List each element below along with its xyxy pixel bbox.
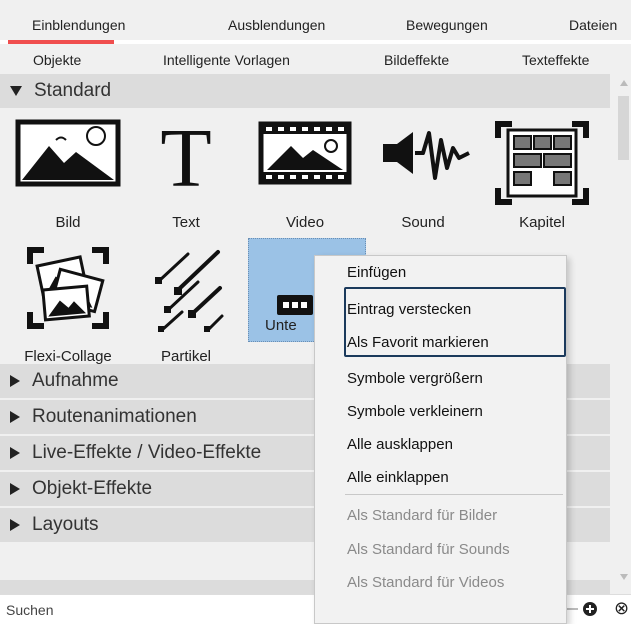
search-input[interactable]: Suchen: [6, 602, 53, 618]
section-label: Standard: [34, 80, 112, 101]
chevron-right-icon: [10, 447, 20, 459]
menu-item-alle-ausklappen[interactable]: Alle ausklappen: [347, 436, 453, 453]
section-label: Layouts: [32, 514, 99, 535]
text-icon: T: [160, 118, 211, 194]
zoom-in-icon[interactable]: [583, 602, 597, 616]
image-icon: [15, 119, 121, 187]
item-label: Partikel: [160, 348, 212, 365]
item-text[interactable]: T Text: [127, 118, 245, 246]
sound-icon: [383, 131, 470, 180]
item-label: Bild: [55, 214, 81, 231]
menu-item-symbole-vergroessern[interactable]: Symbole vergrößern: [347, 370, 483, 387]
chevron-right-icon: [10, 375, 20, 387]
chapter-icon: [495, 121, 589, 205]
item-partikel[interactable]: Partikel: [127, 240, 245, 368]
item-video[interactable]: Video: [246, 118, 364, 246]
sub-tab-bar: Objekte Intelligente Vorlagen Bildeffekt…: [0, 44, 631, 74]
section-label: Objekt-Effekte: [32, 478, 153, 499]
item-sound[interactable]: Sound: [364, 118, 482, 246]
scroll-up-icon[interactable]: [620, 80, 628, 86]
item-flexi-collage[interactable]: Flexi-Collage: [9, 240, 127, 368]
item-label: Video: [285, 214, 325, 231]
top-tab-bar: Einblendungen Ausblendungen Bewegungen D…: [0, 0, 631, 40]
item-label: Sound: [401, 214, 445, 231]
item-label: Flexi-Collage: [24, 348, 112, 365]
tab-bildeffekte[interactable]: Bildeffekte: [384, 52, 449, 68]
vertical-scrollbar[interactable]: [616, 74, 631, 594]
chevron-right-icon: [10, 483, 20, 495]
menu-item-alle-einklappen[interactable]: Alle einklappen: [347, 469, 449, 486]
menu-item-standard-videos[interactable]: Als Standard für Videos: [347, 574, 504, 591]
section-label: Aufnahme: [32, 370, 119, 391]
tab-objekte[interactable]: Objekte: [33, 52, 81, 68]
svg-text:T: T: [160, 118, 211, 194]
zoom-reset-icon[interactable]: ⊗: [614, 598, 629, 619]
menu-separator: [345, 494, 563, 495]
video-icon: [258, 121, 352, 185]
chevron-right-icon: [10, 519, 20, 531]
menu-item-als-favorit[interactable]: Als Favorit markieren: [347, 334, 489, 351]
chevron-right-icon: [10, 411, 20, 423]
tab-intelligente-vorlagen[interactable]: Intelligente Vorlagen: [163, 52, 290, 68]
section-standard[interactable]: Standard: [0, 74, 610, 108]
item-bild[interactable]: Bild: [9, 118, 127, 246]
section-label: Routenanimationen: [32, 406, 197, 427]
collage-icon: [27, 247, 109, 329]
item-kapitel[interactable]: Kapitel: [483, 118, 601, 246]
tab-texteffekte[interactable]: Texteffekte: [522, 52, 589, 68]
context-menu: Einfügen Eintrag verstecken Als Favorit …: [314, 255, 567, 624]
item-label: Text: [172, 214, 200, 231]
chevron-down-icon: [10, 86, 22, 96]
tab-dateien[interactable]: Dateien: [569, 17, 617, 33]
scroll-thumb[interactable]: [618, 96, 629, 160]
item-label: Kapitel: [519, 214, 565, 231]
tab-bewegungen[interactable]: Bewegungen: [406, 17, 488, 33]
tab-ausblendungen[interactable]: Ausblendungen: [228, 17, 325, 33]
menu-item-eintrag-verstecken[interactable]: Eintrag verstecken: [347, 301, 471, 318]
menu-item-standard-bilder[interactable]: Als Standard für Bilder: [347, 507, 497, 524]
menu-item-standard-sounds[interactable]: Als Standard für Sounds: [347, 541, 510, 558]
particles-icon: [155, 250, 224, 332]
scroll-down-icon[interactable]: [620, 574, 628, 580]
menu-item-einfuegen[interactable]: Einfügen: [347, 264, 406, 281]
tab-einblendungen[interactable]: Einblendungen: [32, 17, 125, 33]
menu-item-symbole-verkleinern[interactable]: Symbole verkleinern: [347, 403, 483, 420]
section-label: Live-Effekte / Video-Effekte: [32, 442, 262, 463]
